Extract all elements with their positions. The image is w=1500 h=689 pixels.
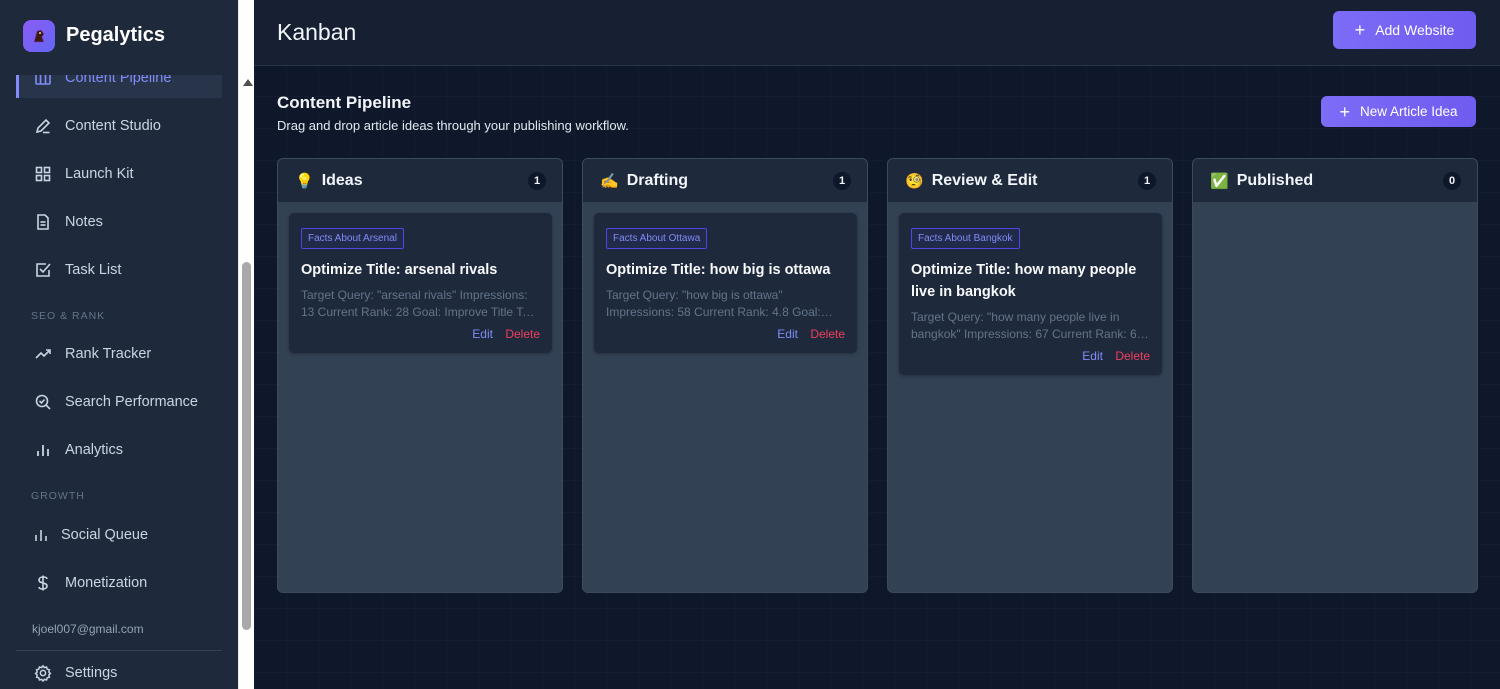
search-icon bbox=[35, 394, 51, 410]
column-header: ✅ Published 0 bbox=[1193, 159, 1477, 203]
card-actions: Edit Delete bbox=[606, 327, 845, 341]
trending-icon bbox=[35, 349, 51, 359]
section-label-seo: SEO & RANK bbox=[31, 310, 106, 322]
card-tag: Facts About Arsenal bbox=[301, 228, 404, 249]
sidebar-item-label: Launch Kit bbox=[65, 166, 134, 182]
sidebar-item-rank-tracker[interactable]: Rank Tracker bbox=[16, 334, 222, 374]
pipeline-title: Content Pipeline bbox=[277, 93, 412, 112]
card-actions: Edit Delete bbox=[911, 349, 1150, 363]
sidebar-item-label: Search Performance bbox=[65, 394, 198, 410]
column-title: Published bbox=[1236, 171, 1314, 189]
sidebar-item-monetization[interactable]: Monetization bbox=[16, 563, 222, 603]
column-header: ✍️ Drafting 1 bbox=[583, 159, 867, 203]
edit-button[interactable]: Edit bbox=[472, 327, 493, 341]
card-title: Optimize Title: how many people live in … bbox=[911, 262, 1137, 300]
grid-icon bbox=[35, 166, 51, 182]
column-count-badge: 1 bbox=[833, 172, 851, 190]
column-count-badge: 0 bbox=[1443, 172, 1461, 190]
topbar: Kanban + Add Website bbox=[254, 0, 1500, 66]
page-title: Kanban bbox=[277, 19, 357, 45]
kanban-card[interactable]: Facts About Bangkok Optimize Title: how … bbox=[899, 213, 1162, 375]
scroll-up-arrow-icon[interactable] bbox=[243, 79, 253, 86]
gear-icon bbox=[34, 664, 52, 682]
column-count-badge: 1 bbox=[528, 172, 546, 190]
delete-button[interactable]: Delete bbox=[1115, 349, 1150, 363]
pen-icon bbox=[35, 118, 51, 134]
column-title: Review & Edit bbox=[931, 171, 1038, 189]
plus-icon: + bbox=[1354, 20, 1366, 40]
sidebar-item-social-queue[interactable]: Social Queue bbox=[16, 515, 222, 555]
card-title: Optimize Title: arsenal rivals bbox=[301, 262, 498, 278]
column-header: 💡 Ideas 1 bbox=[278, 159, 562, 203]
sidebar-item-label: Task List bbox=[65, 262, 122, 278]
kanban-card[interactable]: Facts About Arsenal Optimize Title: arse… bbox=[289, 213, 552, 353]
brand-name: Pegalytics bbox=[66, 24, 165, 46]
bar-chart-icon bbox=[35, 530, 47, 541]
sidebar: Pegalytics Content Pipeline Content Stud… bbox=[0, 0, 238, 689]
sidebar-item-search-performance[interactable]: Search Performance bbox=[16, 382, 222, 422]
kanban-column-review-edit[interactable]: 🧐 Review & Edit 1 Facts About Bangkok Op… bbox=[887, 158, 1173, 593]
writing-hand-icon: ✍️ bbox=[600, 172, 619, 190]
card-description: Target Query: "how many people live in b… bbox=[911, 310, 1137, 341]
sidebar-item-label: Settings bbox=[65, 665, 118, 681]
check-mark-icon: ✅ bbox=[1210, 172, 1229, 190]
lightbulb-icon: 💡 bbox=[295, 172, 314, 190]
sidebar-scrollbar[interactable] bbox=[238, 0, 254, 689]
plus-icon: + bbox=[1339, 101, 1350, 122]
add-website-label: Add Website bbox=[1375, 22, 1455, 38]
kanban-column-published[interactable]: ✅ Published 0 bbox=[1192, 158, 1478, 593]
column-title: Drafting bbox=[626, 171, 689, 189]
monocle-face-icon: 🧐 bbox=[905, 172, 924, 190]
sidebar-item-label: Social Queue bbox=[61, 527, 149, 543]
delete-button[interactable]: Delete bbox=[810, 327, 845, 341]
card-tag: Facts About Bangkok bbox=[911, 228, 1020, 249]
sidebar-item-task-list[interactable]: Task List bbox=[16, 250, 222, 290]
edit-button[interactable]: Edit bbox=[1082, 349, 1103, 363]
sidebar-item-label: Notes bbox=[65, 214, 103, 230]
new-article-idea-button[interactable]: + New Article Idea bbox=[1321, 96, 1476, 127]
scrollbar-thumb[interactable] bbox=[242, 262, 251, 630]
new-article-idea-label: New Article Idea bbox=[1359, 104, 1458, 119]
sidebar-item-label: Monetization bbox=[65, 575, 148, 591]
kanban-card[interactable]: Facts About Ottawa Optimize Title: how b… bbox=[594, 213, 857, 353]
column-title: Ideas bbox=[321, 171, 363, 189]
pipeline-subtitle: Drag and drop article ideas through your… bbox=[277, 118, 629, 133]
sidebar-item-label: Content Studio bbox=[65, 118, 161, 134]
card-actions: Edit Delete bbox=[301, 327, 540, 341]
sidebar-item-settings[interactable]: Settings bbox=[16, 653, 222, 689]
add-website-button[interactable]: + Add Website bbox=[1333, 11, 1476, 49]
card-tag: Facts About Ottawa bbox=[606, 228, 708, 249]
card-title: Optimize Title: how big is ottawa bbox=[606, 262, 831, 278]
file-icon bbox=[37, 214, 49, 230]
delete-button[interactable]: Delete bbox=[505, 327, 540, 341]
brand[interactable]: Pegalytics bbox=[0, 0, 238, 75]
column-header: 🧐 Review & Edit 1 bbox=[888, 159, 1172, 203]
user-email: kjoel007@gmail.com bbox=[32, 622, 144, 636]
kanban-column-ideas[interactable]: 💡 Ideas 1 Facts About Arsenal Optimize T… bbox=[277, 158, 563, 593]
logo-icon bbox=[23, 20, 55, 52]
checkbox-icon bbox=[36, 263, 51, 277]
card-description: Target Query: "how big is ottawa" Impres… bbox=[606, 288, 821, 319]
bar-chart-icon bbox=[37, 445, 49, 456]
sidebar-item-content-studio[interactable]: Content Studio bbox=[16, 106, 222, 146]
sidebar-item-launch-kit[interactable]: Launch Kit bbox=[16, 154, 222, 194]
sidebar-divider bbox=[16, 650, 222, 651]
kanban-column-drafting[interactable]: ✍️ Drafting 1 Facts About Ottawa Optimiz… bbox=[582, 158, 868, 593]
column-count-badge: 1 bbox=[1138, 172, 1156, 190]
sidebar-item-analytics[interactable]: Analytics bbox=[16, 430, 222, 470]
dollar-icon bbox=[38, 575, 48, 591]
section-label-growth: GROWTH bbox=[31, 490, 85, 502]
edit-button[interactable]: Edit bbox=[777, 327, 798, 341]
sidebar-item-label: Rank Tracker bbox=[65, 346, 152, 362]
sidebar-item-notes[interactable]: Notes bbox=[16, 202, 222, 242]
main-content: Kanban + Add Website Content Pipeline Dr… bbox=[254, 0, 1500, 689]
card-description: Target Query: "arsenal rivals" Impressio… bbox=[301, 288, 536, 319]
sidebar-item-label: Analytics bbox=[65, 442, 124, 458]
